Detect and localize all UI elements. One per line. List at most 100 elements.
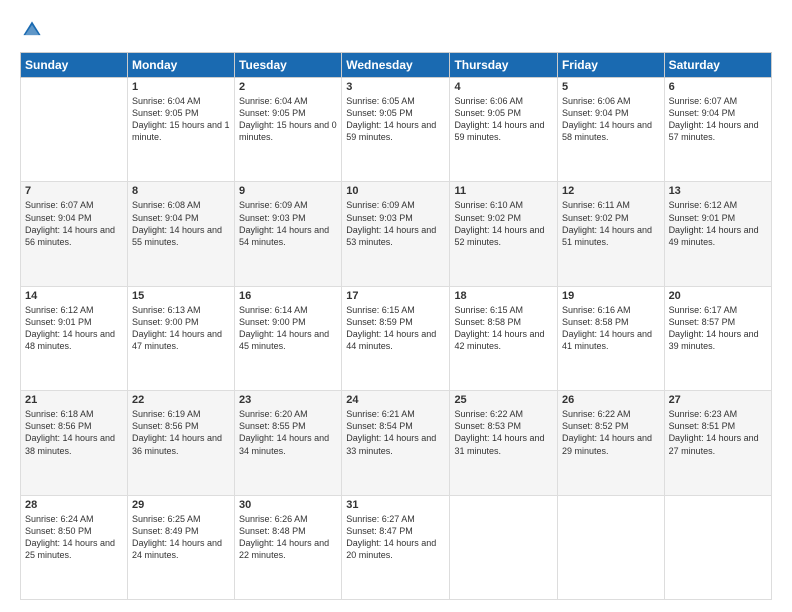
- calendar-header-friday: Friday: [557, 53, 664, 78]
- calendar-cell: 23 Sunrise: 6:20 AM Sunset: 8:55 PM Dayli…: [235, 391, 342, 495]
- day-number: 6: [669, 81, 767, 93]
- calendar-cell: 12 Sunrise: 6:11 AM Sunset: 9:02 PM Dayli…: [557, 182, 664, 286]
- day-info: Sunrise: 6:10 AM Sunset: 9:02 PM Dayligh…: [454, 199, 553, 248]
- calendar-cell: 11 Sunrise: 6:10 AM Sunset: 9:02 PM Dayli…: [450, 182, 558, 286]
- day-info: Sunrise: 6:09 AM Sunset: 9:03 PM Dayligh…: [346, 199, 445, 248]
- calendar-cell: 22 Sunrise: 6:19 AM Sunset: 8:56 PM Dayli…: [127, 391, 234, 495]
- day-number: 8: [132, 185, 230, 197]
- calendar-cell: 13Sunrise: 6:12 AM Sunset: 9:01 PM Dayli…: [664, 182, 771, 286]
- day-info: Sunrise: 6:22 AM Sunset: 8:52 PM Dayligh…: [562, 408, 660, 457]
- calendar-cell: 29 Sunrise: 6:25 AM Sunset: 8:49 PM Dayli…: [127, 495, 234, 599]
- day-number: 23: [239, 394, 337, 406]
- day-info: Sunrise: 6:13 AM Sunset: 9:00 PM Dayligh…: [132, 304, 230, 353]
- day-info: Sunrise: 6:18 AM Sunset: 8:56 PM Dayligh…: [25, 408, 123, 457]
- day-info: Sunrise: 6:12 AM Sunset: 9:01 PM Dayligh…: [25, 304, 123, 353]
- calendar-week-row: 1 Sunrise: 6:04 AM Sunset: 9:05 PM Daylig…: [21, 78, 772, 182]
- calendar-table: SundayMondayTuesdayWednesdayThursdayFrid…: [20, 52, 772, 600]
- day-info: Sunrise: 6:09 AM Sunset: 9:03 PM Dayligh…: [239, 199, 337, 248]
- calendar-cell: [21, 78, 128, 182]
- calendar-cell: 31 Sunrise: 6:27 AM Sunset: 8:47 PM Dayli…: [342, 495, 450, 599]
- calendar-cell: 19 Sunrise: 6:16 AM Sunset: 8:58 PM Dayli…: [557, 286, 664, 390]
- calendar-cell: 7Sunrise: 6:07 AM Sunset: 9:04 PM Daylig…: [21, 182, 128, 286]
- day-info: Sunrise: 6:06 AM Sunset: 9:04 PM Dayligh…: [562, 95, 660, 144]
- calendar-cell: 10 Sunrise: 6:09 AM Sunset: 9:03 PM Dayli…: [342, 182, 450, 286]
- day-number: 27: [669, 394, 767, 406]
- calendar-cell: 5 Sunrise: 6:06 AM Sunset: 9:04 PM Daylig…: [557, 78, 664, 182]
- day-number: 31: [346, 499, 445, 511]
- calendar-cell: 26Sunrise: 6:22 AM Sunset: 8:52 PM Dayli…: [557, 391, 664, 495]
- day-number: 19: [562, 290, 660, 302]
- day-number: 1: [132, 81, 230, 93]
- calendar-header-sunday: Sunday: [21, 53, 128, 78]
- day-info: Sunrise: 6:27 AM Sunset: 8:47 PM Dayligh…: [346, 513, 445, 562]
- day-info: Sunrise: 6:21 AM Sunset: 8:54 PM Dayligh…: [346, 408, 445, 457]
- calendar-cell: 20 Sunrise: 6:17 AM Sunset: 8:57 PM Dayli…: [664, 286, 771, 390]
- day-number: 12: [562, 185, 660, 197]
- day-number: 29: [132, 499, 230, 511]
- day-number: 21: [25, 394, 123, 406]
- day-info: Sunrise: 6:14 AM Sunset: 9:00 PM Dayligh…: [239, 304, 337, 353]
- day-number: 20: [669, 290, 767, 302]
- calendar-cell: 2 Sunrise: 6:04 AM Sunset: 9:05 PM Daylig…: [235, 78, 342, 182]
- day-info: Sunrise: 6:16 AM Sunset: 8:58 PM Dayligh…: [562, 304, 660, 353]
- logo: [20, 18, 48, 42]
- day-number: 30: [239, 499, 337, 511]
- day-info: Sunrise: 6:06 AM Sunset: 9:05 PM Dayligh…: [454, 95, 553, 144]
- calendar-cell: [557, 495, 664, 599]
- calendar-week-row: 21 Sunrise: 6:18 AM Sunset: 8:56 PM Dayli…: [21, 391, 772, 495]
- day-number: 10: [346, 185, 445, 197]
- day-info: Sunrise: 6:25 AM Sunset: 8:49 PM Dayligh…: [132, 513, 230, 562]
- page: SundayMondayTuesdayWednesdayThursdayFrid…: [0, 0, 792, 612]
- calendar-cell: 6Sunrise: 6:07 AM Sunset: 9:04 PM Daylig…: [664, 78, 771, 182]
- calendar-header-monday: Monday: [127, 53, 234, 78]
- day-info: Sunrise: 6:15 AM Sunset: 8:59 PM Dayligh…: [346, 304, 445, 353]
- day-info: Sunrise: 6:15 AM Sunset: 8:58 PM Dayligh…: [454, 304, 553, 353]
- calendar-week-row: 14 Sunrise: 6:12 AM Sunset: 9:01 PM Dayli…: [21, 286, 772, 390]
- day-info: Sunrise: 6:20 AM Sunset: 8:55 PM Dayligh…: [239, 408, 337, 457]
- day-number: 9: [239, 185, 337, 197]
- header: [20, 18, 772, 42]
- day-number: 14: [25, 290, 123, 302]
- calendar-cell: 14 Sunrise: 6:12 AM Sunset: 9:01 PM Dayli…: [21, 286, 128, 390]
- day-info: Sunrise: 6:17 AM Sunset: 8:57 PM Dayligh…: [669, 304, 767, 353]
- day-info: Sunrise: 6:26 AM Sunset: 8:48 PM Dayligh…: [239, 513, 337, 562]
- calendar-cell: [664, 495, 771, 599]
- day-number: 11: [454, 185, 553, 197]
- day-info: Sunrise: 6:22 AM Sunset: 8:53 PM Dayligh…: [454, 408, 553, 457]
- calendar-cell: 4 Sunrise: 6:06 AM Sunset: 9:05 PM Daylig…: [450, 78, 558, 182]
- calendar-week-row: 7Sunrise: 6:07 AM Sunset: 9:04 PM Daylig…: [21, 182, 772, 286]
- calendar-cell: 24Sunrise: 6:21 AM Sunset: 8:54 PM Dayli…: [342, 391, 450, 495]
- day-info: Sunrise: 6:24 AM Sunset: 8:50 PM Dayligh…: [25, 513, 123, 562]
- day-number: 17: [346, 290, 445, 302]
- calendar-cell: 15Sunrise: 6:13 AM Sunset: 9:00 PM Dayli…: [127, 286, 234, 390]
- calendar-cell: 28Sunrise: 6:24 AM Sunset: 8:50 PM Dayli…: [21, 495, 128, 599]
- calendar-cell: [450, 495, 558, 599]
- day-number: 2: [239, 81, 337, 93]
- day-number: 3: [346, 81, 445, 93]
- day-number: 5: [562, 81, 660, 93]
- day-number: 25: [454, 394, 553, 406]
- calendar-week-row: 28Sunrise: 6:24 AM Sunset: 8:50 PM Dayli…: [21, 495, 772, 599]
- calendar-cell: 25 Sunrise: 6:22 AM Sunset: 8:53 PM Dayli…: [450, 391, 558, 495]
- day-number: 13: [669, 185, 767, 197]
- day-info: Sunrise: 6:07 AM Sunset: 9:04 PM Dayligh…: [25, 199, 123, 248]
- calendar-header-tuesday: Tuesday: [235, 53, 342, 78]
- day-number: 16: [239, 290, 337, 302]
- logo-icon: [20, 18, 44, 42]
- calendar-cell: 3 Sunrise: 6:05 AM Sunset: 9:05 PM Daylig…: [342, 78, 450, 182]
- calendar-cell: 8 Sunrise: 6:08 AM Sunset: 9:04 PM Daylig…: [127, 182, 234, 286]
- calendar-cell: 18 Sunrise: 6:15 AM Sunset: 8:58 PM Dayli…: [450, 286, 558, 390]
- calendar-cell: 9 Sunrise: 6:09 AM Sunset: 9:03 PM Daylig…: [235, 182, 342, 286]
- day-info: Sunrise: 6:11 AM Sunset: 9:02 PM Dayligh…: [562, 199, 660, 248]
- day-info: Sunrise: 6:05 AM Sunset: 9:05 PM Dayligh…: [346, 95, 445, 144]
- day-number: 18: [454, 290, 553, 302]
- day-number: 22: [132, 394, 230, 406]
- calendar-header-row: SundayMondayTuesdayWednesdayThursdayFrid…: [21, 53, 772, 78]
- day-info: Sunrise: 6:04 AM Sunset: 9:05 PM Dayligh…: [239, 95, 337, 144]
- day-number: 4: [454, 81, 553, 93]
- day-info: Sunrise: 6:19 AM Sunset: 8:56 PM Dayligh…: [132, 408, 230, 457]
- calendar-header-thursday: Thursday: [450, 53, 558, 78]
- day-info: Sunrise: 6:08 AM Sunset: 9:04 PM Dayligh…: [132, 199, 230, 248]
- calendar-header-wednesday: Wednesday: [342, 53, 450, 78]
- day-info: Sunrise: 6:23 AM Sunset: 8:51 PM Dayligh…: [669, 408, 767, 457]
